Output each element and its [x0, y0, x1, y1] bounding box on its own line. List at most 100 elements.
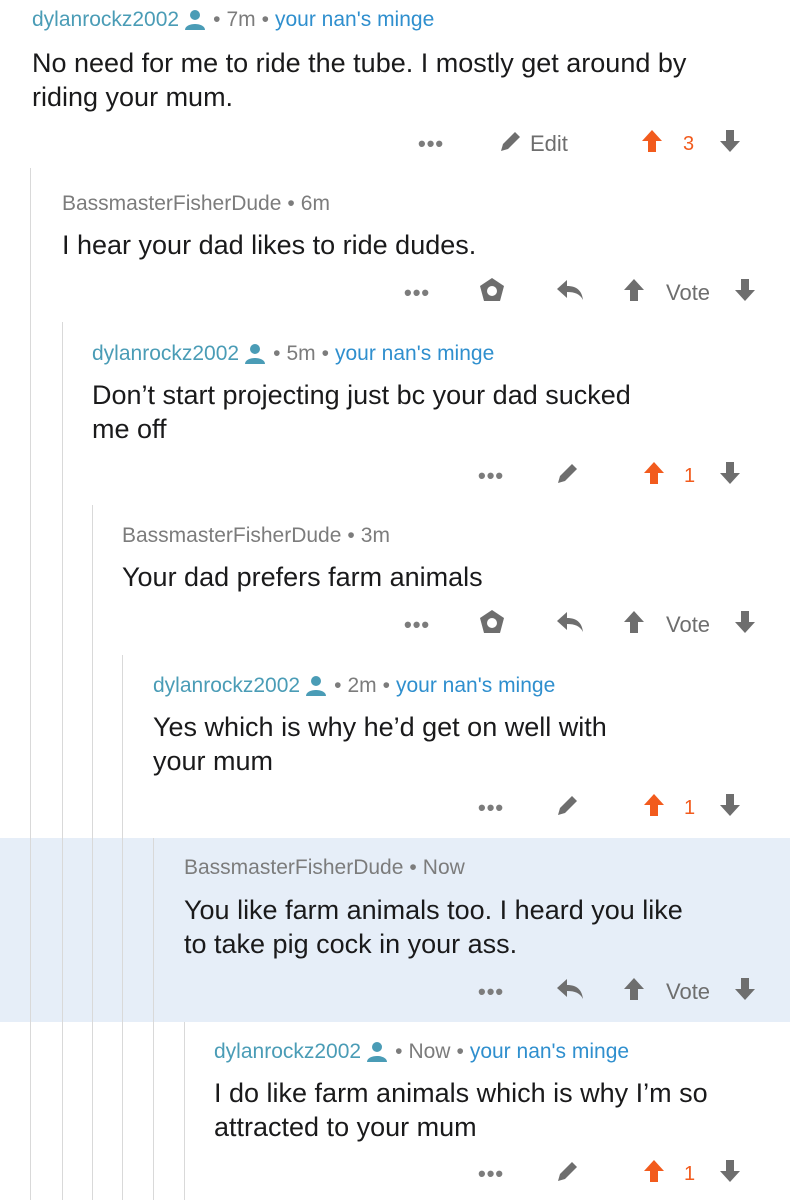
op-person-icon: [243, 343, 267, 365]
reply-arrow-icon: [555, 277, 585, 309]
thread-line-5[interactable]: [153, 838, 154, 1200]
comment-actions: ••• Vote: [0, 974, 790, 1010]
comment-body: Yes which is why he’d get on well with y…: [153, 710, 607, 778]
user-flair: your nan's minge: [335, 342, 495, 365]
comment-time: 5m: [286, 342, 316, 365]
more-options-button[interactable]: •••: [404, 275, 430, 311]
downvote-arrow-icon: [733, 976, 757, 1008]
downvote-button[interactable]: [718, 126, 742, 162]
edit-button[interactable]: Edit: [498, 126, 568, 162]
username-link[interactable]: BassmasterFisherDude: [62, 192, 281, 216]
comment-actions: ••• 1: [0, 458, 790, 494]
upvote-button[interactable]: [642, 1156, 666, 1192]
reply-button[interactable]: [555, 974, 585, 1010]
username-link[interactable]: dylanrockz2002: [214, 1040, 361, 1064]
comment-actions: ••• Vote: [0, 607, 790, 643]
comment-body: No need for me to ride the tube. I mostl…: [32, 46, 686, 114]
vote-label: Vote: [666, 612, 711, 637]
edit-button[interactable]: [555, 1156, 581, 1192]
more-options-button[interactable]: •••: [404, 607, 430, 643]
username-link[interactable]: dylanrockz2002: [92, 342, 239, 366]
comment-body: You like farm animals too. I heard you l…: [184, 893, 683, 961]
op-person-icon: [304, 675, 328, 697]
comment-time: Now: [408, 1040, 451, 1063]
downvote-button[interactable]: [718, 458, 742, 494]
pencil-icon: [555, 792, 581, 824]
vote-label: Vote: [666, 979, 711, 1004]
reply-button[interactable]: [555, 275, 585, 311]
upvote-arrow-icon: [640, 128, 664, 160]
comment-line: I hear your dad likes to ride dudes.: [62, 230, 477, 260]
comment-actions: ••• 1: [0, 790, 790, 826]
upvote-arrow-icon: [642, 460, 666, 492]
comment-time: 7m: [226, 8, 256, 31]
comment-body: Your dad prefers farm animals: [122, 560, 483, 594]
comment-meta: dylanrockz2002 • 5m • your nan's minge: [92, 342, 495, 366]
comment-line: me off: [92, 414, 167, 444]
username-link[interactable]: BassmasterFisherDude: [122, 524, 341, 548]
username-link[interactable]: BassmasterFisherDude: [184, 856, 403, 880]
downvote-button[interactable]: [718, 1156, 742, 1192]
upvote-arrow-icon: [642, 1158, 666, 1190]
upvote-button[interactable]: [640, 126, 664, 162]
downvote-arrow-icon: [718, 128, 742, 160]
username-link[interactable]: dylanrockz2002: [32, 8, 179, 32]
upvote-arrow-icon: [622, 277, 646, 309]
user-flair: your nan's minge: [275, 8, 435, 31]
downvote-button[interactable]: [733, 275, 757, 311]
more-options-button[interactable]: •••: [478, 458, 504, 494]
comment-meta: BassmasterFisherDude • Now: [184, 856, 465, 880]
more-options-button[interactable]: •••: [418, 126, 444, 162]
op-person-icon: [365, 1041, 389, 1063]
upvote-button[interactable]: [642, 790, 666, 826]
upvote-button[interactable]: [642, 458, 666, 494]
edit-button[interactable]: [555, 790, 581, 826]
comment-body: I hear your dad likes to ride dudes.: [62, 228, 476, 262]
comment-line: Don’t start projecting just bc your dad …: [92, 380, 631, 410]
thread-line-4[interactable]: [122, 655, 123, 1200]
more-options-button[interactable]: •••: [478, 1156, 504, 1192]
downvote-button[interactable]: [718, 790, 742, 826]
more-options-button[interactable]: •••: [478, 790, 504, 826]
comment-body: Don’t start projecting just bc your dad …: [92, 378, 631, 446]
comment-line: You like farm animals too. I heard you l…: [184, 895, 683, 925]
comment-line: your mum: [153, 746, 274, 776]
comment-time: 6m: [300, 192, 330, 215]
comment-time: 2m: [347, 674, 377, 697]
upvote-arrow-icon: [642, 792, 666, 824]
downvote-arrow-icon: [718, 460, 742, 492]
comment-meta: dylanrockz2002 • Now • your nan's minge: [214, 1040, 630, 1064]
thread-line-2[interactable]: [62, 322, 63, 1200]
comment-actions: ••• 1: [0, 1156, 790, 1192]
downvote-button[interactable]: [733, 974, 757, 1010]
reply-button[interactable]: [555, 607, 585, 643]
award-button[interactable]: [478, 275, 506, 311]
reply-arrow-icon: [555, 609, 585, 641]
upvote-button[interactable]: [622, 275, 646, 311]
op-person-icon: [183, 9, 207, 31]
comment-meta: BassmasterFisherDude • 6m: [62, 192, 330, 216]
downvote-arrow-icon: [733, 609, 757, 641]
more-options-button[interactable]: •••: [478, 974, 504, 1010]
comment-time: Now: [422, 856, 465, 879]
comment-line: Your dad prefers farm animals: [122, 562, 483, 592]
edit-label: Edit: [530, 131, 568, 156]
comment-actions: ••• Vote: [0, 275, 790, 311]
thread-line-1[interactable]: [30, 168, 31, 1200]
award-button[interactable]: [478, 607, 506, 643]
upvote-button[interactable]: [622, 974, 646, 1010]
comment-body: I do like farm animals which is why I’m …: [214, 1076, 708, 1144]
comment-line: I do like farm animals which is why I’m …: [214, 1078, 708, 1108]
user-flair: your nan's minge: [469, 1040, 630, 1063]
upvote-button[interactable]: [622, 607, 646, 643]
comment-line: attracted to your mum: [214, 1112, 477, 1142]
vote-label: Vote: [666, 280, 711, 305]
vote-score: 1: [684, 1162, 696, 1185]
vote-score: 3: [683, 132, 695, 155]
downvote-arrow-icon: [733, 277, 757, 309]
edit-button[interactable]: [555, 458, 581, 494]
comment-meta: BassmasterFisherDude • 3m: [122, 524, 390, 548]
downvote-button[interactable]: [733, 607, 757, 643]
username-link[interactable]: dylanrockz2002: [153, 674, 300, 698]
comment-line: riding your mum.: [32, 82, 234, 112]
